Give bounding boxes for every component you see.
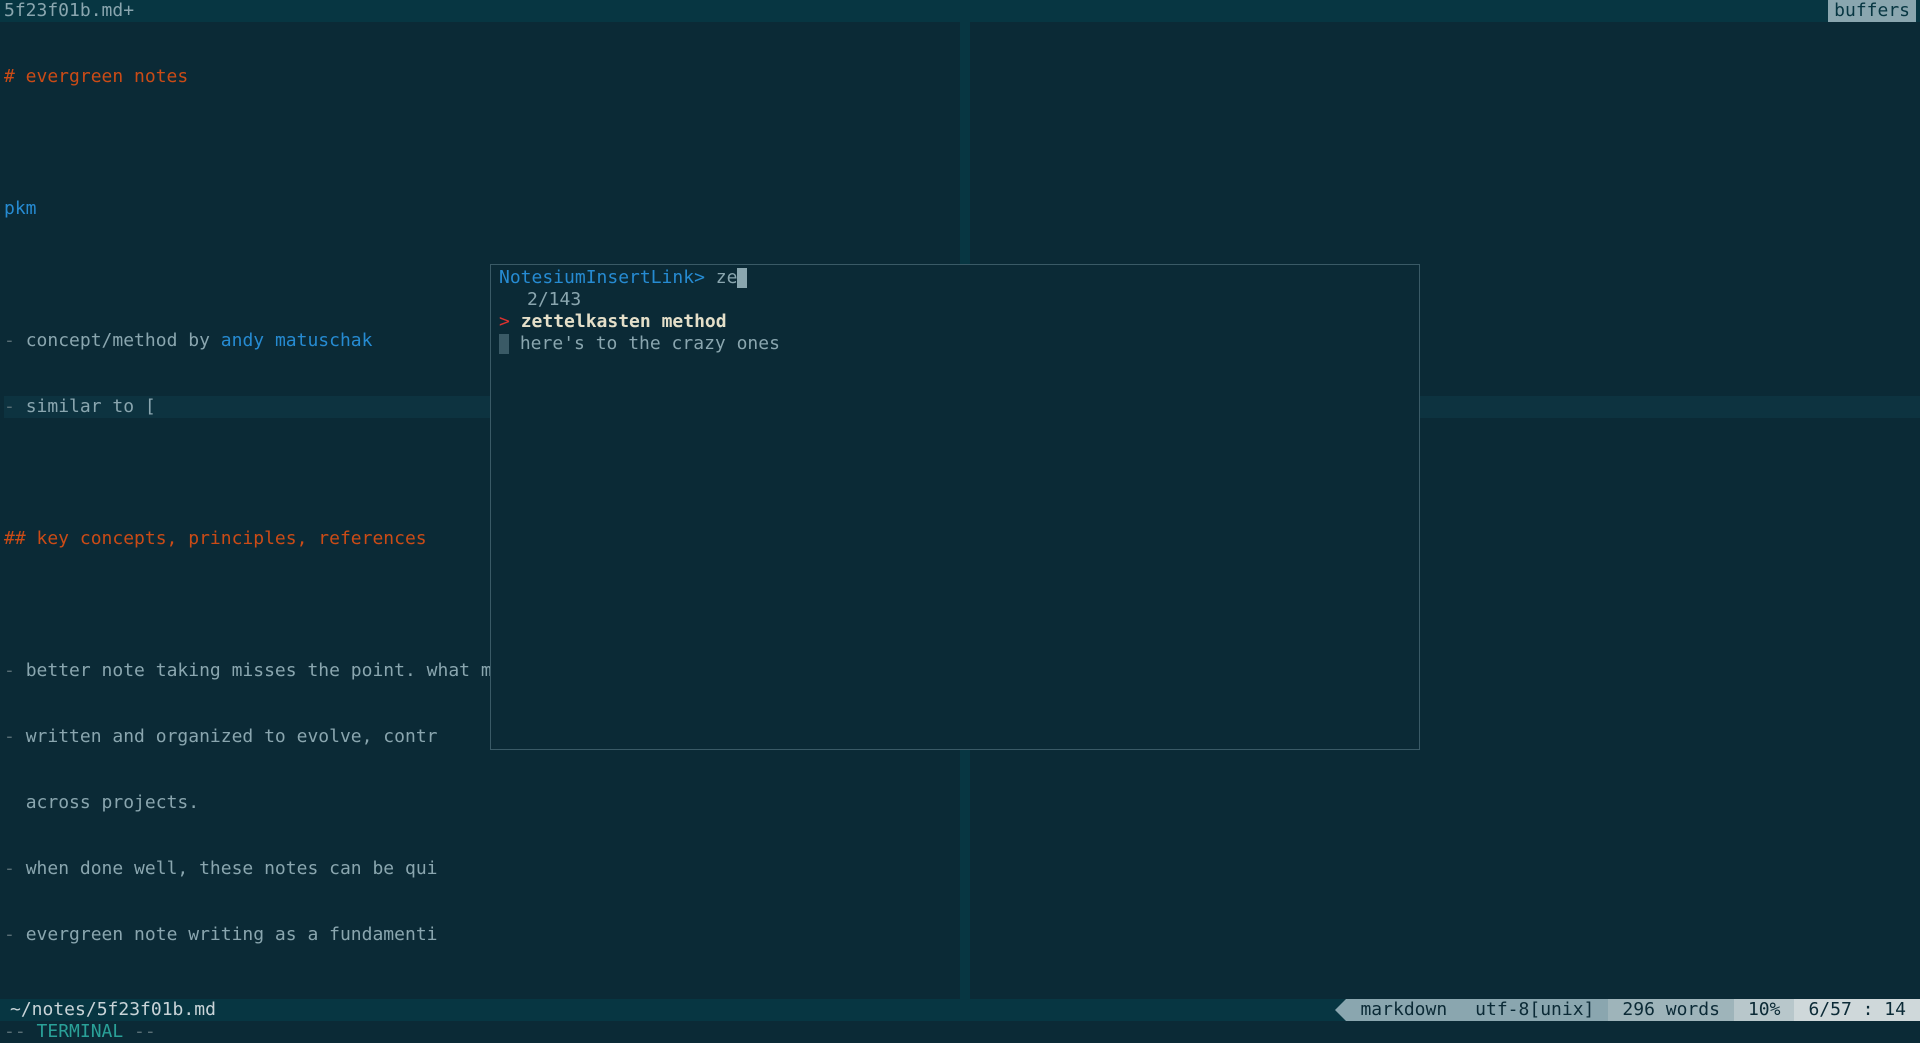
- picker-result-count: 2/143: [499, 289, 1411, 311]
- result-marker-icon: [499, 334, 509, 354]
- mode-dashes: --: [123, 1021, 156, 1042]
- link-andy-matuschak[interactable]: andy matuschak: [221, 330, 373, 351]
- text: evergreen note writing as a fundamenti: [26, 924, 438, 945]
- separator-icon: [1335, 999, 1346, 1021]
- mode-dashes: --: [4, 1021, 37, 1042]
- picker-result-item[interactable]: > zettelkasten method: [499, 311, 1411, 333]
- picker-prompt-label: NotesiumInsertLink>: [499, 267, 716, 288]
- heading-2: ## key concepts, principles, references: [4, 528, 427, 549]
- tab-bar: 5f23f01b.md+ buffers: [0, 0, 1920, 22]
- status-percent: 10%: [1734, 999, 1795, 1021]
- bullet-dash: -: [4, 396, 26, 417]
- picker-search-input[interactable]: ze: [716, 267, 738, 288]
- status-wordcount: 296 words: [1608, 999, 1734, 1021]
- bullet-dash: -: [4, 330, 26, 351]
- status-filetype: markdown: [1346, 999, 1461, 1021]
- picker-result-item[interactable]: here's to the crazy ones: [499, 333, 1411, 355]
- text: written and organized to evolve, contr: [26, 726, 438, 747]
- cursor-icon: [737, 268, 747, 288]
- status-line: ~/notes/5f23f01b.md markdown utf-8[unix]…: [0, 999, 1920, 1021]
- link-pkm[interactable]: pkm: [4, 198, 37, 219]
- text: when done well, these notes can be qui: [26, 858, 438, 879]
- tab-filename[interactable]: 5f23f01b.md+: [4, 0, 134, 22]
- status-position: 6/57 : 14: [1794, 999, 1920, 1021]
- buffers-tab[interactable]: buffers: [1828, 0, 1916, 22]
- mode-indicator: TERMINAL: [37, 1021, 124, 1042]
- status-file-path: ~/notes/5f23f01b.md: [10, 999, 216, 1021]
- status-encoding: utf-8[unix]: [1461, 999, 1608, 1021]
- insert-link-picker[interactable]: NotesiumInsertLink> ze 2/143 > zettelkas…: [490, 264, 1420, 750]
- text: across projects.: [26, 792, 199, 813]
- text: concept/method by: [26, 330, 221, 351]
- command-line[interactable]: -- TERMINAL --: [0, 1021, 1920, 1043]
- cursor-line-text: similar to [: [26, 396, 156, 417]
- chevron-right-icon: >: [499, 311, 521, 332]
- heading-1: # evergreen notes: [4, 66, 188, 87]
